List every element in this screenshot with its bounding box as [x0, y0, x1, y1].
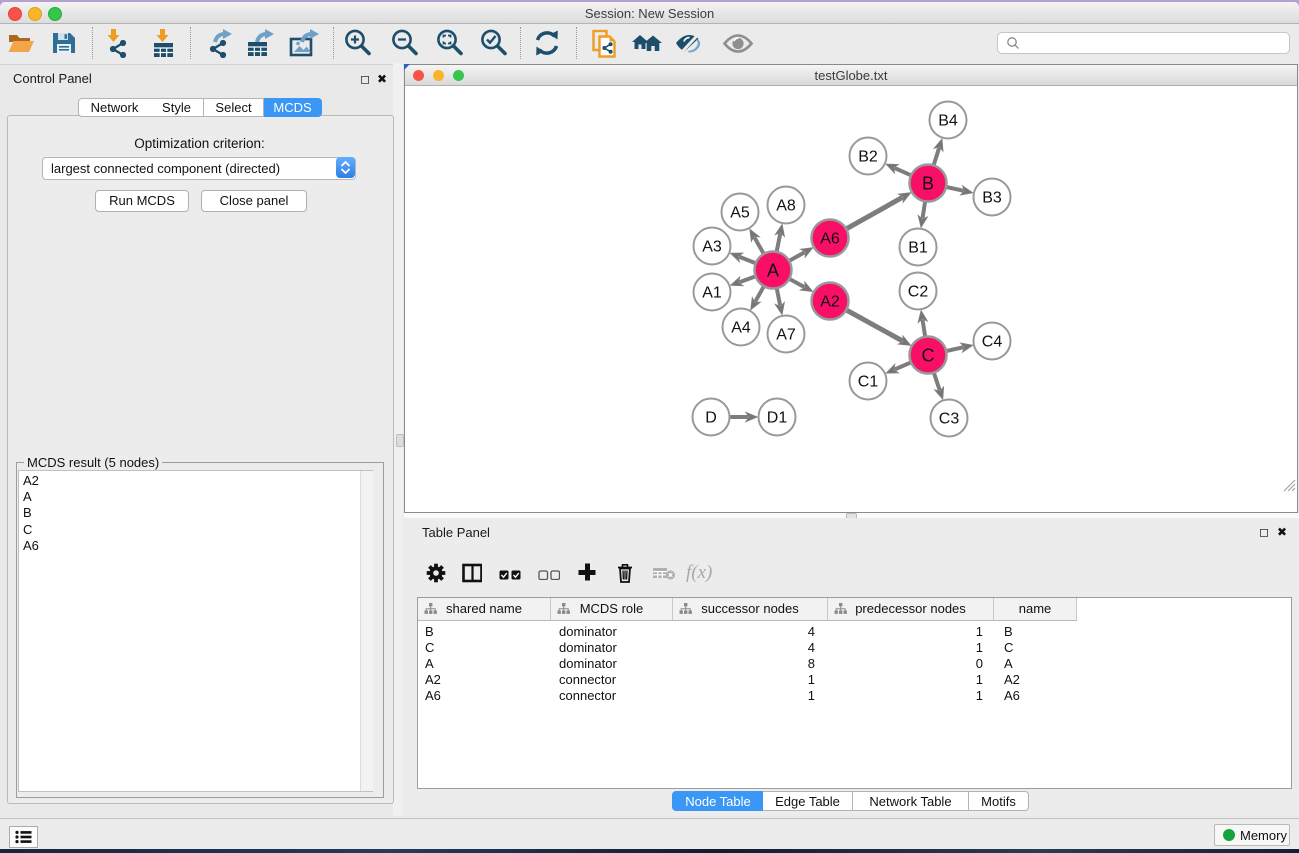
- svg-text:A5: A5: [730, 205, 750, 222]
- svg-text:B4: B4: [938, 113, 958, 130]
- svg-text:D1: D1: [767, 410, 788, 427]
- svg-text:C2: C2: [908, 284, 929, 301]
- svg-text:B2: B2: [858, 149, 878, 166]
- svg-text:C4: C4: [982, 334, 1003, 351]
- svg-text:B: B: [922, 174, 934, 194]
- svg-text:C1: C1: [858, 374, 879, 391]
- svg-text:A4: A4: [731, 320, 751, 337]
- svg-text:B3: B3: [982, 190, 1002, 207]
- svg-text:D: D: [705, 410, 717, 427]
- svg-text:C3: C3: [939, 411, 960, 428]
- svg-text:B1: B1: [908, 240, 928, 257]
- svg-text:C: C: [922, 346, 935, 366]
- svg-text:A2: A2: [820, 294, 840, 311]
- svg-text:A: A: [767, 261, 779, 281]
- svg-text:A3: A3: [702, 239, 722, 256]
- svg-text:A6: A6: [820, 231, 840, 248]
- svg-text:A7: A7: [776, 327, 796, 344]
- svg-text:A8: A8: [776, 198, 796, 215]
- svg-text:A1: A1: [702, 285, 722, 302]
